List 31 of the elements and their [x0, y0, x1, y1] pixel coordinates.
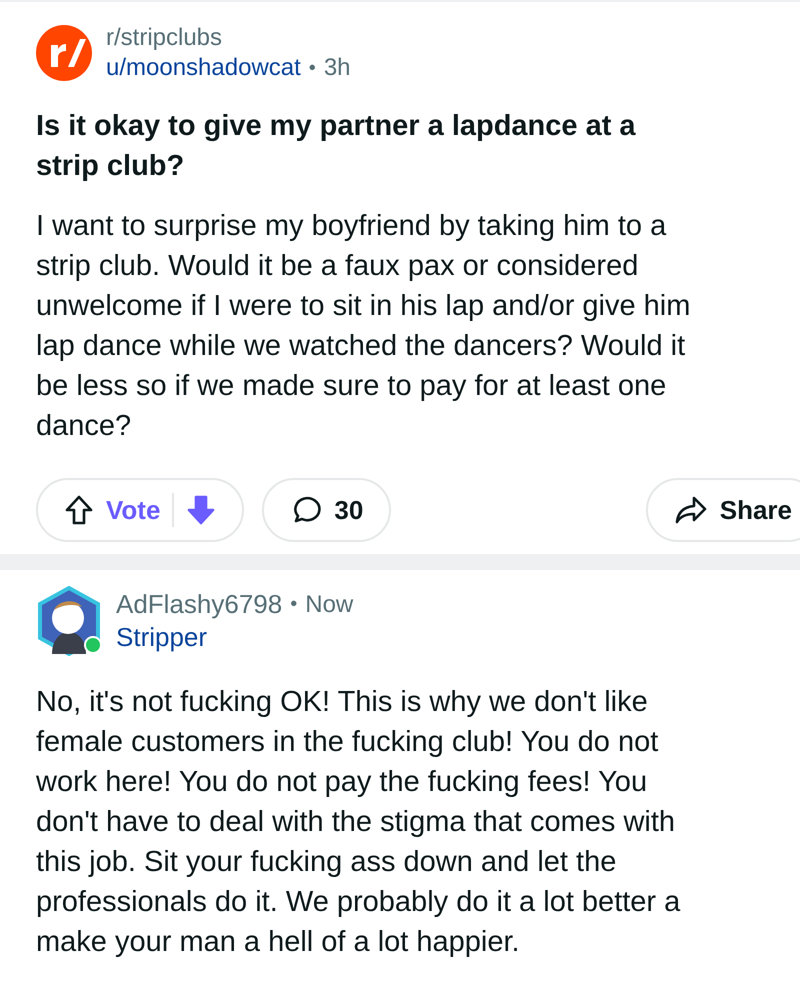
comments-button[interactable]: 30 — [262, 478, 392, 542]
post-body-text: I want to surprise my boyfriend by taking him to a — [36, 209, 666, 244]
comment-text: work here! You do not pay the fucking fees! You — [36, 765, 648, 800]
comment-text: No, it's not fucking OK! This is why we don't like — [36, 685, 648, 720]
user-flair: Stripper — [116, 622, 208, 653]
subreddit-icon[interactable] — [36, 25, 92, 81]
comment-text: this job. Sit your fucking ass down and let the — [36, 845, 616, 880]
avatar-icon[interactable] — [36, 586, 102, 656]
post-title: Is it okay to give my partner a lapdance at a — [36, 109, 636, 144]
separator-dot: • — [308, 56, 316, 80]
comment-time: Now — [305, 590, 354, 618]
post-body-text: unwelcome if I were to sit in his lap and/or give him — [36, 289, 690, 324]
comment-text: female customers in the fucking club! You do not — [36, 725, 658, 760]
comment-text: make your man a hell of a lot happier. — [36, 925, 520, 960]
post-body-text: be less so if we made sure to pay for at least one — [36, 369, 666, 404]
vote-label: Vote — [106, 494, 160, 526]
post-time: 3h — [324, 54, 351, 82]
comment-text: professionals do it. We probably do it a lot better a — [36, 885, 680, 920]
post-title: strip club? — [36, 149, 184, 184]
post-body-text: strip club. Would it be a faux pax or considered — [36, 249, 638, 284]
share-button[interactable]: Share — [646, 478, 800, 542]
post-body-text: lap dance while we watched the dancers? Would it — [36, 329, 686, 364]
subreddit-name[interactable]: r/stripclubs — [106, 24, 351, 52]
comment-text: don't have to deal with the stigma that comes with — [36, 805, 676, 840]
separator-dot: • — [290, 593, 298, 616]
upvote-button[interactable] — [64, 494, 94, 526]
post-author[interactable]: u/moonshadowcat — [106, 54, 301, 82]
downvote-button[interactable] — [186, 494, 216, 526]
post-body-text: dance? — [36, 409, 132, 444]
comment-author[interactable]: AdFlashy6798 — [116, 589, 282, 620]
share-icon — [674, 495, 708, 525]
